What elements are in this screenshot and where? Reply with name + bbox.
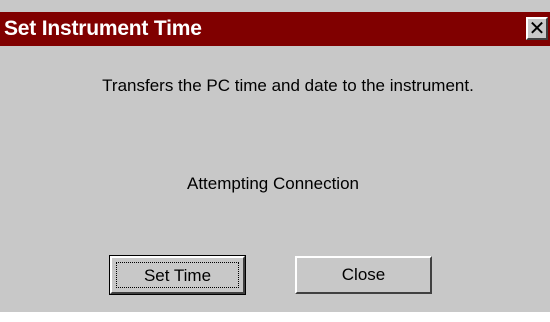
set-time-button[interactable]: Set Time <box>109 255 246 295</box>
close-icon[interactable]: ✕ <box>526 17 548 40</box>
set-instrument-time-dialog: Set Instrument Time ✕ Transfers the PC t… <box>0 0 550 312</box>
close-button[interactable]: Close <box>295 256 432 294</box>
set-time-label: Set Time <box>116 262 239 288</box>
close-glyph: ✕ <box>528 16 546 40</box>
description-text: Transfers the PC time and date to the in… <box>102 76 474 95</box>
connection-status: Attempting Connection <box>187 174 359 193</box>
title-bar[interactable]: Set Instrument Time ✕ <box>0 12 550 46</box>
window-title: Set Instrument Time <box>4 17 202 40</box>
